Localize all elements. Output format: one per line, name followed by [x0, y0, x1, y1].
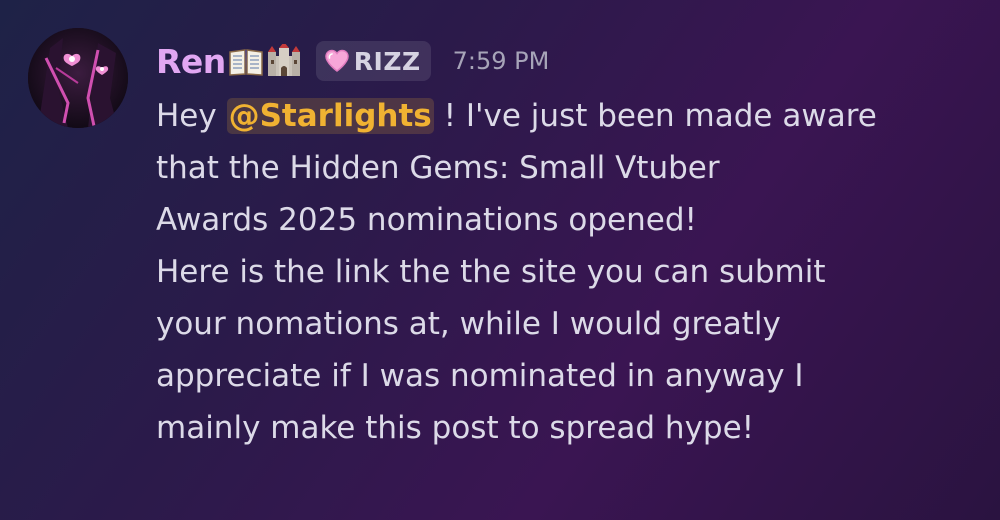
message-line: Here is the link the the site you can su… — [156, 254, 826, 290]
castle-emoji — [267, 44, 300, 76]
pink-heart-icon — [325, 49, 349, 72]
username[interactable]: Ren — [156, 42, 226, 81]
avatar-image — [28, 28, 128, 128]
chat-message: Ren RIZZ 7:59 PM Hey @Starlights ! I've … — [0, 0, 1000, 520]
guild-tag[interactable]: RIZZ — [315, 41, 431, 81]
message-line: that the Hidden Gems: Small Vtuber — [156, 150, 720, 186]
message-content: Hey @Starlights ! I've just been made aw… — [156, 90, 986, 454]
message-line: your nomations at, while I would greatly — [156, 306, 781, 342]
message-text: Hey — [156, 98, 227, 134]
message-line: mainly make this post to spread hype! — [156, 410, 755, 446]
user-mention[interactable]: @Starlights — [226, 98, 434, 134]
guild-tag-label: RIZZ — [353, 46, 421, 76]
message-line: appreciate if I was nominated in anyway … — [156, 358, 804, 394]
timestamp[interactable]: 7:59 PM — [453, 47, 550, 75]
open-book-emoji — [229, 49, 263, 76]
message-line: Awards 2025 nominations opened! — [156, 202, 697, 238]
message-text: ! I've just been made aware — [433, 98, 877, 134]
avatar[interactable] — [28, 28, 128, 128]
message-line: Hey @Starlights ! I've just been made aw… — [156, 90, 986, 142]
message-header: Ren RIZZ 7:59 PM — [156, 34, 549, 88]
